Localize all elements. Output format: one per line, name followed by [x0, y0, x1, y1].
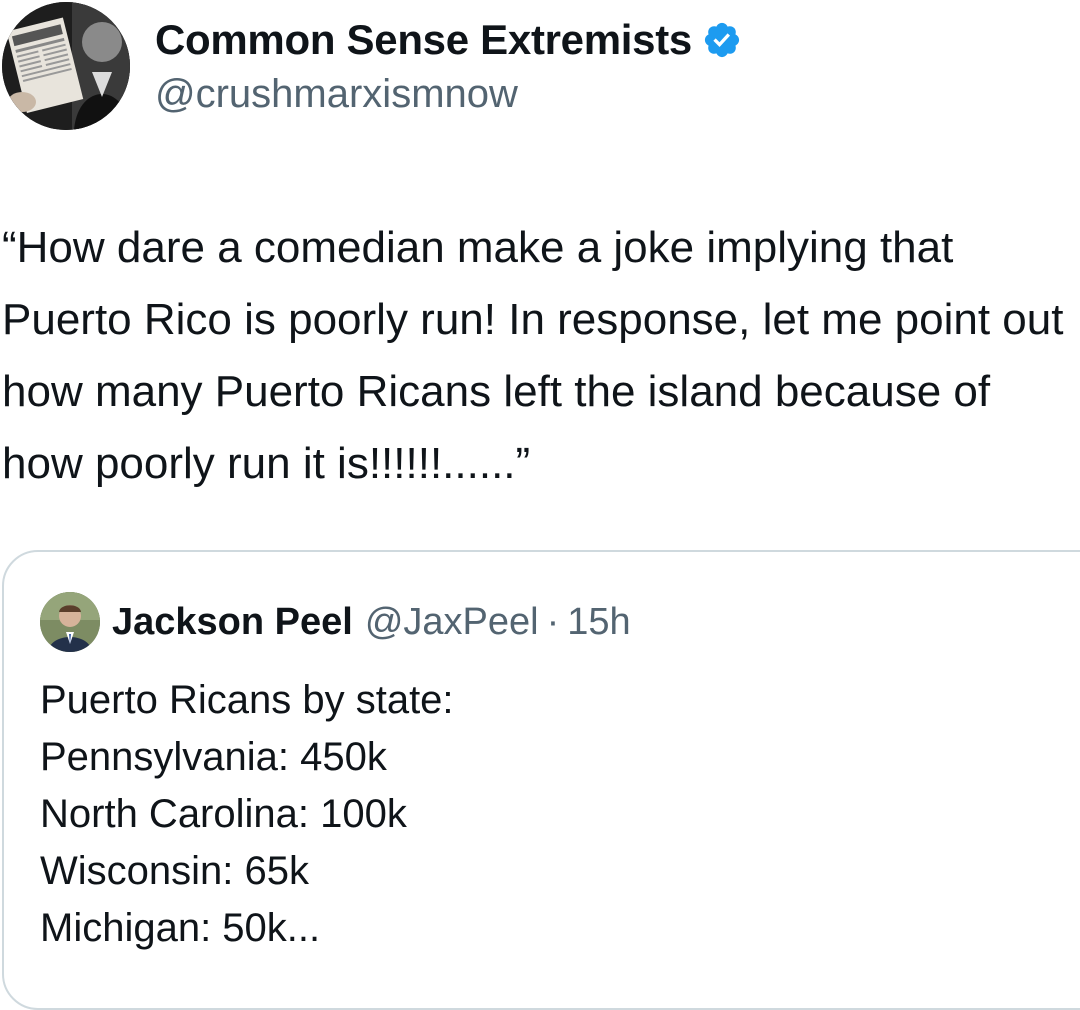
verified-badge-icon [702, 20, 742, 60]
quoted-tweet-line: Wisconsin: 65k [40, 849, 309, 893]
quoted-tweet-header: Jackson Peel @JaxPeel · 15h [40, 590, 631, 654]
author-avatar[interactable] [2, 2, 130, 130]
quoted-tweet-timestamp[interactable]: 15h [567, 601, 630, 644]
tweet-text: “How dare a comedian make a joke implyin… [2, 223, 1064, 488]
quoted-author-avatar[interactable] [40, 592, 100, 652]
quoted-author-name[interactable]: Jackson Peel [112, 601, 353, 644]
quoted-tweet-line: Pennsylvania: 450k [40, 735, 387, 779]
tweet-header: Common Sense Extremists @crushmarxismnow [0, 0, 1080, 140]
quoted-author-handle[interactable]: @JaxPeel [365, 601, 539, 644]
author-name-row: Common Sense Extremists [155, 12, 742, 68]
author-display-name[interactable]: Common Sense Extremists [155, 16, 692, 64]
separator-dot: · [546, 600, 560, 643]
quoted-tweet-card[interactable]: Jackson Peel @JaxPeel · 15h Puerto Rican… [2, 550, 1080, 1010]
quoted-tweet-line: Puerto Ricans by state: [40, 678, 454, 722]
quoted-avatar-image [40, 592, 100, 652]
quoted-tweet-body: Puerto Ricans by state: Pennsylvania: 45… [40, 672, 1040, 957]
author-handle[interactable]: @crushmarxismnow [155, 72, 518, 117]
avatar-image [2, 2, 130, 130]
quoted-tweet-line: Michigan: 50k... [40, 906, 321, 950]
quoted-tweet-line: North Carolina: 100k [40, 792, 407, 836]
